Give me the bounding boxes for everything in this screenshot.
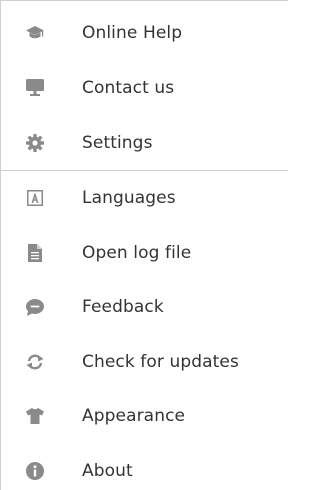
menu-item-label: Appearance [82, 406, 186, 427]
help-menu: Online Help Contact us Settings Language… [0, 0, 288, 490]
menu-item-appearance[interactable]: Appearance [1, 389, 288, 444]
menu-group-top: Online Help Contact us Settings [1, 1, 288, 170]
chat-bubble-icon [26, 298, 44, 316]
menu-item-label: Open log file [82, 242, 192, 263]
menu-item-feedback[interactable]: Feedback [1, 280, 288, 335]
info-icon [26, 461, 44, 480]
menu-item-about[interactable]: About [1, 444, 288, 490]
menu-item-label: Feedback [82, 297, 164, 318]
monitor-icon [26, 79, 44, 97]
menu-item-label: Check for updates [82, 351, 239, 372]
graduation-cap-icon [26, 24, 44, 42]
file-icon [26, 243, 44, 262]
menu-item-settings[interactable]: Settings [1, 115, 288, 170]
menu-item-label: Contact us [82, 77, 175, 98]
gear-icon [26, 133, 44, 152]
menu-item-check-for-updates[interactable]: Check for updates [1, 335, 288, 390]
menu-item-contact-us[interactable]: Contact us [1, 60, 288, 115]
menu-item-label: About [82, 460, 133, 481]
language-icon [26, 189, 44, 207]
menu-item-label: Online Help [82, 22, 183, 43]
refresh-icon [26, 353, 44, 371]
menu-item-label: Settings [82, 132, 153, 153]
tshirt-icon [26, 407, 44, 425]
menu-item-open-log-file[interactable]: Open log file [1, 226, 288, 281]
menu-item-online-help[interactable]: Online Help [1, 5, 288, 60]
menu-group-bottom: Languages Open log file Feedback Check f… [1, 171, 288, 490]
menu-item-languages[interactable]: Languages [1, 171, 288, 226]
menu-item-label: Languages [82, 188, 176, 209]
